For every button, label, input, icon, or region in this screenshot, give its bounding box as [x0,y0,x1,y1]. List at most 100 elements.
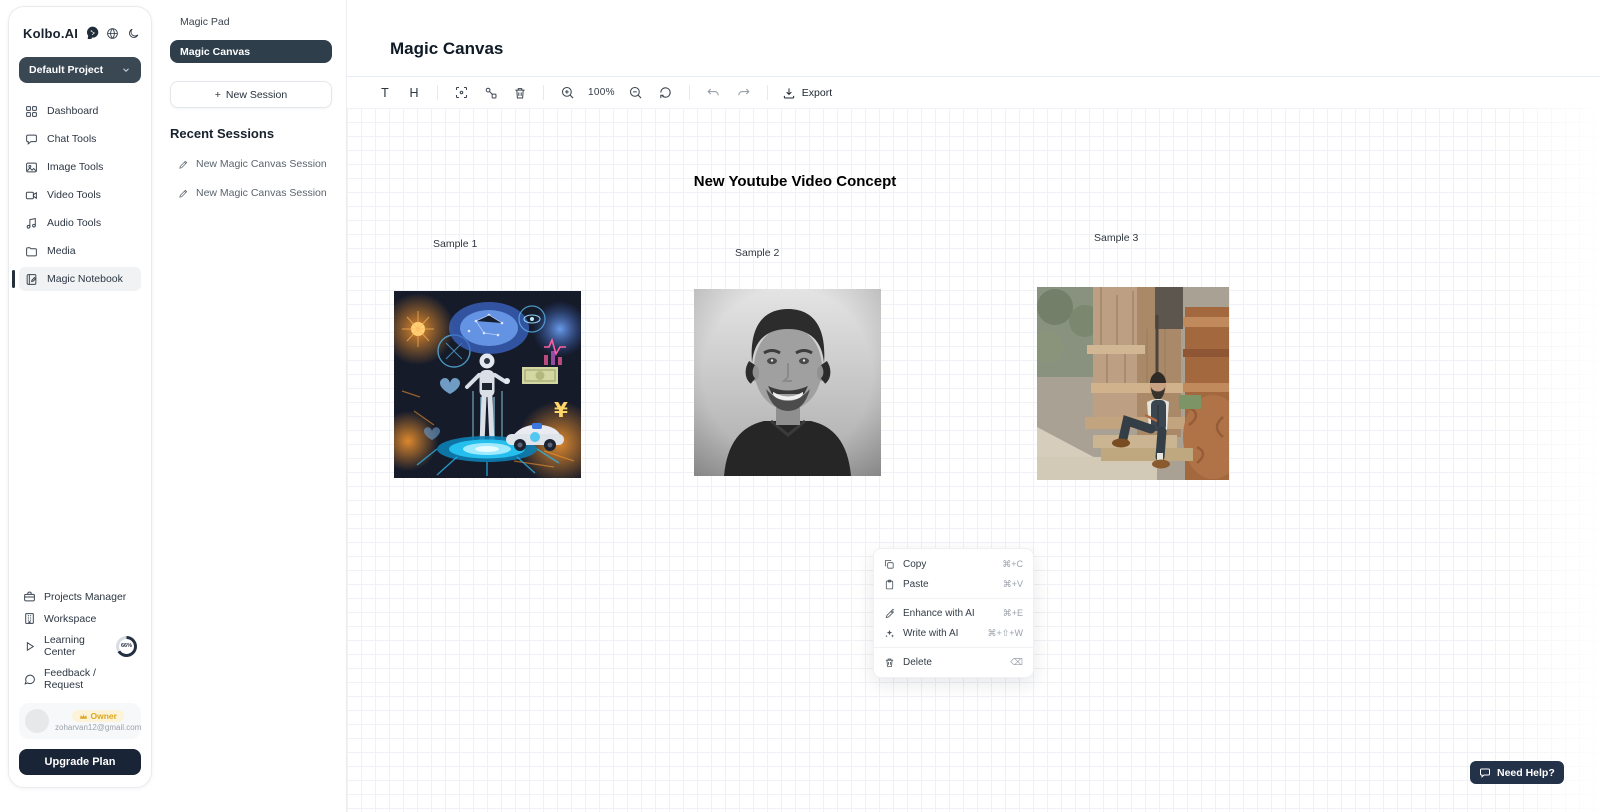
folder-icon [25,245,38,258]
new-session-label: New Session [226,89,287,101]
canvas-image-man-on-ruins[interactable] [1037,287,1229,480]
drawing-canvas[interactable]: New Youtube Video Concept Sample 1 Sampl… [347,108,1600,812]
session-item[interactable]: New Magic Canvas Session [170,187,332,199]
canvas-text-sample-3[interactable]: Sample 3 [1094,232,1138,244]
sidebar-item-label: Audio Tools [47,217,101,229]
language-globe-icon[interactable] [106,27,119,40]
toolbar-separator [689,85,690,100]
user-email: zoharvan12@gmail.com [55,723,141,732]
scan-select-icon [454,85,469,100]
context-item-shortcut: ⌘+⇧+W [987,628,1023,639]
chevron-down-icon [121,65,131,75]
sidebar-item-projects-manager[interactable]: Projects Manager [19,590,141,603]
context-menu-paste[interactable]: Paste ⌘+V [874,574,1033,594]
canvas-text-sample-1[interactable]: Sample 1 [433,238,477,250]
context-menu-write-with-ai[interactable]: Write with AI ⌘+⇧+W [874,623,1033,643]
project-selector[interactable]: Default Project [19,57,141,83]
delete-tool-button[interactable] [511,84,529,102]
feedback-bubble-icon [23,673,36,686]
text-tool-button[interactable]: T [376,84,394,102]
copy-icon [884,559,895,570]
context-item-shortcut: ⌘+C [1002,559,1023,570]
sidebar-item-label: Media [47,245,76,257]
sidebar-item-label: Magic Notebook [47,273,123,285]
sidebar-item-feedback[interactable]: Feedback / Request [19,667,141,691]
crown-icon [79,712,88,721]
user-account-card[interactable]: Owner zoharvan12@gmail.com [19,703,141,739]
sidebar-item-learning-center[interactable]: Learning Center 66% [19,634,141,658]
sidebar-item-image-tools[interactable]: Image Tools [19,155,141,179]
workflow-button[interactable] [482,84,500,102]
clipboard-icon [884,579,895,590]
chat-bubble-icon [25,133,38,146]
panel-item-magic-canvas[interactable]: Magic Canvas [170,40,332,63]
trash-icon [884,657,895,668]
project-selector-label: Default Project [29,64,103,76]
learning-progress-badge: 66% [116,636,137,657]
session-label: New Magic Canvas Session [196,187,327,199]
session-item[interactable]: New Magic Canvas Session [170,158,332,170]
sidebar-item-video-tools[interactable]: Video Tools [19,183,141,207]
canvas-image-ai-robot[interactable]: ¥ [394,291,581,478]
sidebar-nav: Dashboard Chat Tools Image Tools Video T… [19,99,141,291]
brand-name: Kolbo.AI [23,26,78,41]
sidebar-item-media[interactable]: Media [19,239,141,263]
sidebar-item-chat-tools[interactable]: Chat Tools [19,127,141,151]
context-item-label: Write with AI [903,628,958,639]
sidebar-item-dashboard[interactable]: Dashboard [19,99,141,123]
zoom-level: 100% [588,87,615,98]
context-item-shortcut: ⌘+V [1003,579,1023,590]
download-icon [782,86,796,100]
context-menu-delete[interactable]: Delete ⌫ [874,652,1033,672]
reset-view-button[interactable] [656,83,675,102]
need-help-button[interactable]: Need Help? [1470,761,1564,784]
zoom-out-button[interactable] [626,83,645,102]
briefcase-icon [23,590,36,603]
undo-button[interactable] [704,83,723,102]
panel-item-label: Magic Canvas [180,46,250,58]
redo-button[interactable] [734,83,753,102]
heading-tool-button[interactable]: H [405,84,423,102]
pencil-icon [178,188,189,199]
sidebar: Kolbo.AI Default Project Dashboard Chat … [8,6,152,788]
pencil-icon [178,159,189,170]
canvas-right-fade [1490,108,1600,812]
panel-item-magic-pad[interactable]: Magic Pad [170,14,332,40]
undo-icon [706,85,721,100]
sidebar-item-audio-tools[interactable]: Audio Tools [19,211,141,235]
context-item-label: Paste [903,579,929,590]
canvas-text-sample-2[interactable]: Sample 2 [735,247,779,259]
export-button[interactable]: Export [782,86,832,100]
export-label: Export [802,87,832,99]
sidebar-item-workspace[interactable]: Workspace [19,612,141,625]
canvas-toolbar: T H 100% Export [347,76,1600,108]
session-label: New Magic Canvas Session [196,158,327,170]
context-menu-copy[interactable]: Copy ⌘+C [874,554,1033,574]
sidebar-spacer [19,291,141,590]
need-help-label: Need Help? [1497,767,1555,779]
plus-icon: + [215,89,221,101]
canvas-image-portrait[interactable] [694,289,881,476]
canvas-text-heading[interactable]: New Youtube Video Concept [690,173,900,190]
upgrade-plan-button[interactable]: Upgrade Plan [19,749,141,775]
building-icon [23,612,36,625]
svg-text:¥: ¥ [554,398,568,422]
text-tool-glyph: T [378,86,392,100]
zoom-in-button[interactable] [558,83,577,102]
context-menu-enhance-with-ai[interactable]: Enhance with AI ⌘+E [874,603,1033,623]
heading-tool-glyph: H [407,86,421,100]
sidebar-item-magic-notebook[interactable]: Magic Notebook [19,267,141,291]
footer-item-label: Projects Manager [44,591,126,603]
context-item-label: Copy [903,559,926,570]
dark-mode-moon-icon[interactable] [127,27,140,40]
toolbar-separator [767,85,768,100]
ai-select-button[interactable] [452,83,471,102]
footer-item-label: Feedback / Request [44,667,137,691]
context-item-label: Enhance with AI [903,608,975,619]
image-icon [25,161,38,174]
page-title: Magic Canvas [390,39,503,59]
sidebar-item-label: Chat Tools [47,133,96,145]
help-chat-icon [1479,767,1491,779]
context-item-label: Delete [903,657,932,668]
new-session-button[interactable]: + New Session [170,81,332,108]
